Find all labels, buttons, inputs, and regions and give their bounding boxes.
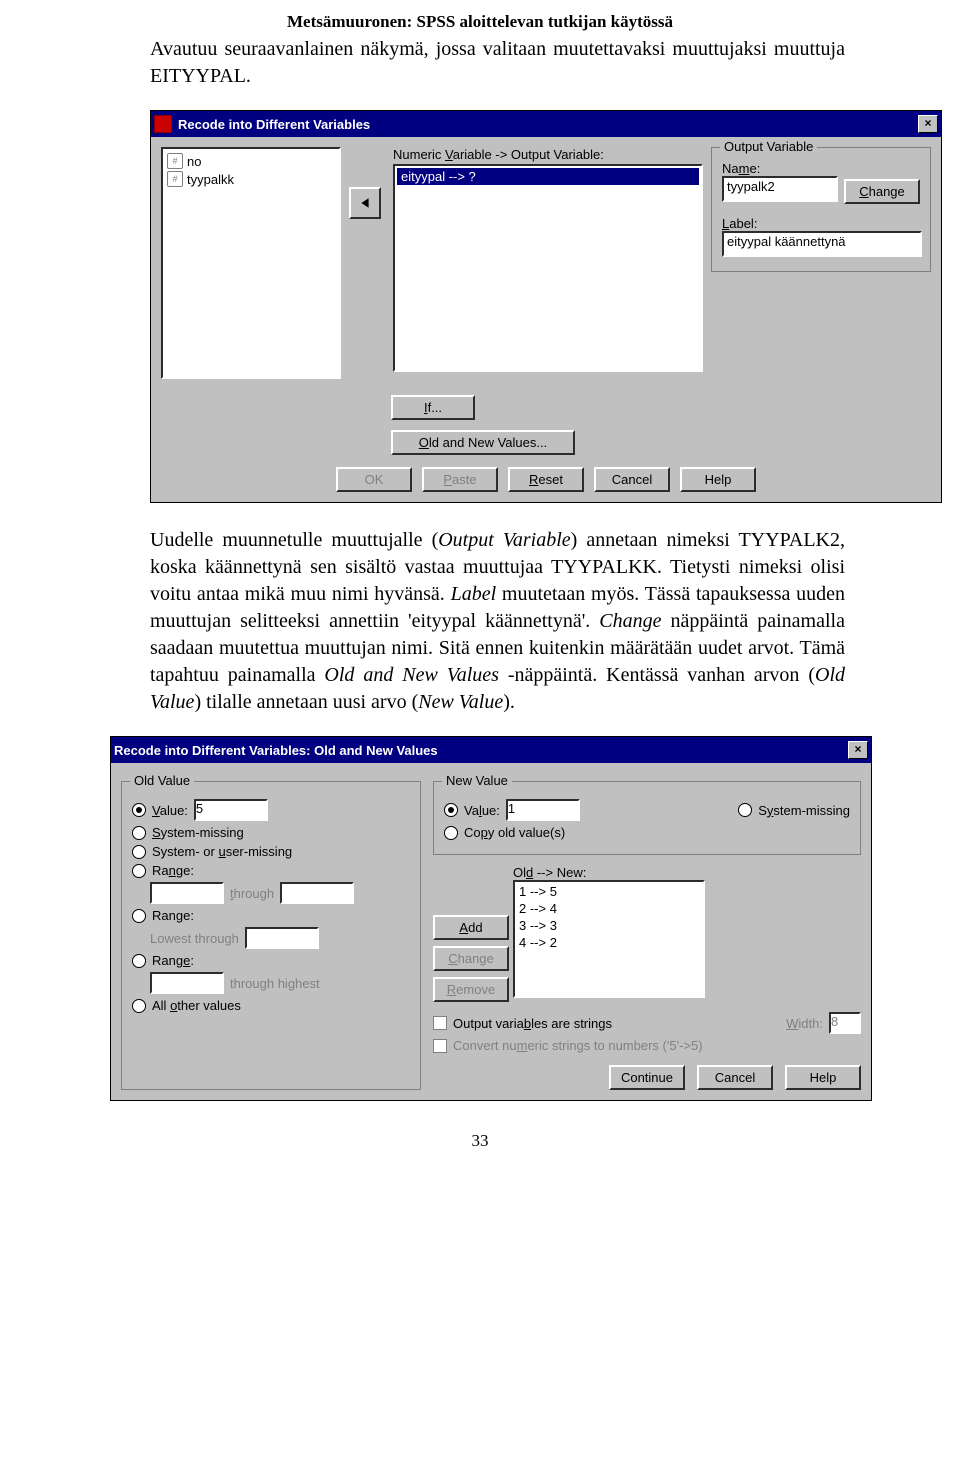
titlebar: Recode into Different Variables × (151, 111, 941, 137)
close-icon[interactable]: × (848, 741, 868, 759)
range-lowest-input[interactable] (245, 927, 319, 949)
strings-checkbox[interactable] (433, 1016, 447, 1030)
source-variable-list[interactable]: # no # tyypalkk (161, 147, 341, 379)
new-sysmissing-label: System-missing (758, 803, 850, 818)
window-title: Recode into Different Variables: Old and… (114, 743, 438, 758)
range-highest-input[interactable] (150, 972, 224, 994)
range2-label: Range: (152, 908, 194, 923)
convert-label: Convert numeric strings to numbers ('5'-… (453, 1038, 703, 1053)
titlebar: Recode into Different Variables: Old and… (111, 737, 871, 763)
old-new-values-dialog: Recode into Different Variables: Old and… (110, 736, 872, 1101)
list-item[interactable]: 2 --> 4 (519, 901, 699, 918)
change-mapping-button[interactable]: Change (433, 946, 509, 971)
old-new-values-button[interactable]: Old and New Values... (391, 430, 575, 455)
variable-icon: # (167, 153, 183, 169)
window-title: Recode into Different Variables (178, 117, 370, 132)
move-left-button[interactable] (349, 187, 381, 219)
new-value-radio[interactable] (444, 803, 458, 817)
name-label: Name: (722, 161, 920, 176)
paragraph-1: Avautuu seuraavanlainen näkymä, jossa va… (150, 36, 845, 90)
app-icon (154, 115, 172, 133)
label-field[interactable]: eityypal käännettynä (722, 231, 922, 257)
ok-button[interactable]: OK (336, 467, 412, 492)
range-highest-radio[interactable] (132, 954, 146, 968)
continue-button[interactable]: Continue (609, 1065, 685, 1090)
copy-old-label: Copy old value(s) (464, 825, 565, 840)
paragraph-2: Uudelle muunnetulle muuttujalle (Output … (150, 527, 845, 716)
cancel-button[interactable]: Cancel (697, 1065, 773, 1090)
new-value-input[interactable]: 1 (506, 799, 580, 821)
range3-label: Range: (152, 953, 194, 968)
sysusermissing-label: System- or user-missing (152, 844, 292, 859)
new-value-group: New Value (442, 773, 512, 788)
page-header: Metsämuuronen: SPSS aloittelevan tutkija… (0, 0, 960, 36)
old-sysmissing-radio[interactable] (132, 826, 146, 840)
through-highest-label: through highest (230, 976, 320, 991)
strings-label: Output variables are strings (453, 1016, 612, 1031)
reset-button[interactable]: Reset (508, 467, 584, 492)
value-label: Value: (152, 803, 188, 818)
help-button[interactable]: Help (785, 1065, 861, 1090)
range-lowest-radio[interactable] (132, 909, 146, 923)
through-label: through (230, 886, 274, 901)
numeric-output-list[interactable]: eityypal --> ? (393, 164, 703, 372)
all-other-radio[interactable] (132, 999, 146, 1013)
range-label: Range: (152, 863, 194, 878)
oldnew-label: Old --> New: (513, 865, 861, 880)
lowest-through-label: Lowest through (150, 931, 239, 946)
old-value-radio[interactable] (132, 803, 146, 817)
new-sysmissing-radio[interactable] (738, 803, 752, 817)
list-item[interactable]: 4 --> 2 (519, 935, 699, 952)
var-name: no (187, 154, 201, 169)
sysmissing-label: System-missing (152, 825, 244, 840)
add-button[interactable]: Add (433, 915, 509, 940)
old-value-group: Old Value (130, 773, 194, 788)
paste-button[interactable]: Paste (422, 467, 498, 492)
old-sysusermissing-radio[interactable] (132, 845, 146, 859)
list-item[interactable]: 1 --> 5 (519, 884, 699, 901)
output-variable-group: Output Variable (720, 139, 817, 154)
mapping-list[interactable]: 1 --> 5 2 --> 4 3 --> 3 4 --> 2 (513, 880, 705, 998)
list-item[interactable]: # tyypalkk (167, 171, 335, 187)
remove-button[interactable]: Remove (433, 977, 509, 1002)
name-field[interactable]: tyypalk2 (722, 176, 838, 202)
cancel-button[interactable]: Cancel (594, 467, 670, 492)
list-item[interactable]: 3 --> 3 (519, 918, 699, 935)
range-radio[interactable] (132, 864, 146, 878)
convert-checkbox (433, 1039, 447, 1053)
all-other-label: All other values (152, 998, 241, 1013)
label-label: Label: (722, 216, 920, 231)
copy-old-radio[interactable] (444, 826, 458, 840)
var-name: tyypalkk (187, 172, 234, 187)
close-icon[interactable]: × (918, 115, 938, 133)
old-value-input[interactable]: 5 (194, 799, 268, 821)
help-button[interactable]: Help (680, 467, 756, 492)
range-to-input[interactable] (280, 882, 354, 904)
variable-icon: # (167, 171, 183, 187)
list-item[interactable]: # no (167, 153, 335, 169)
numeric-variable-label: Numeric Variable -> Output Variable: (393, 147, 703, 162)
range-from-input[interactable] (150, 882, 224, 904)
selected-mapping[interactable]: eityypal --> ? (397, 168, 699, 185)
width-label: Width: (786, 1016, 823, 1031)
change-button[interactable]: Change (844, 179, 920, 204)
new-value-label: Value: (464, 803, 500, 818)
if-button[interactable]: If... (391, 395, 475, 420)
width-input: 8 (829, 1012, 861, 1034)
arrow-left-icon (359, 197, 371, 209)
recode-dialog: Recode into Different Variables × # no #… (150, 110, 942, 503)
page-number: 33 (0, 1131, 960, 1151)
